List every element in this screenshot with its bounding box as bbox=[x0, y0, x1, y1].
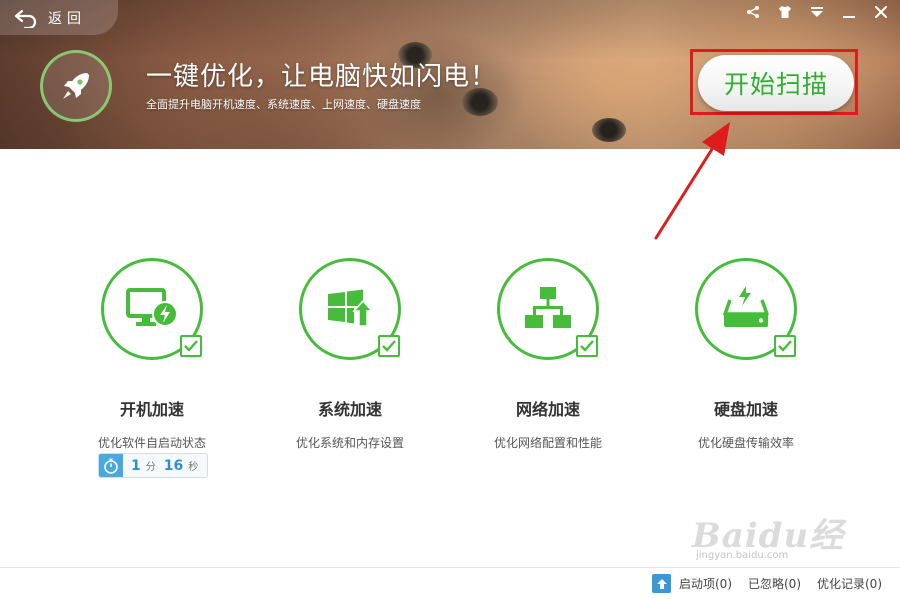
windows-upgrade-icon bbox=[328, 289, 374, 327]
startup-items-link[interactable]: 启动项(0) bbox=[652, 574, 732, 593]
startup-items-label: 启动项(0) bbox=[679, 577, 732, 591]
check-icon bbox=[580, 340, 594, 352]
feature-disk-speed[interactable]: 硬盘加速 优化硬盘传输效率 bbox=[646, 258, 846, 451]
feature-boot-speed[interactable]: 开机加速 优化软件自启动状态 bbox=[52, 258, 252, 451]
feature-description: 优化硬盘传输效率 bbox=[697, 436, 794, 450]
stopwatch-icon bbox=[99, 454, 123, 477]
feature-ring bbox=[299, 258, 401, 360]
menu-icon[interactable] bbox=[808, 4, 826, 20]
watermark-url: jingyan.baidu.com bbox=[696, 550, 789, 561]
window-controls bbox=[744, 4, 890, 20]
ignored-items-link[interactable]: 已忽略(0) bbox=[748, 575, 801, 592]
feature-ring bbox=[695, 258, 797, 360]
rocket-badge bbox=[40, 50, 112, 122]
disk-bolt-icon bbox=[723, 286, 769, 327]
feature-title: 系统加速 bbox=[317, 400, 382, 419]
checkbox-checked[interactable] bbox=[180, 335, 202, 357]
feature-ring bbox=[497, 258, 599, 360]
annotation-arrow bbox=[654, 122, 730, 240]
feature-system-speed[interactable]: 系统加速 优化系统和内存设置 bbox=[250, 258, 450, 451]
status-bar: 启动项(0) 已忽略(0) 优化记录(0) bbox=[0, 567, 900, 599]
monitor-bolt-icon bbox=[126, 288, 178, 327]
start-scan-button[interactable]: 开始扫描 bbox=[698, 55, 854, 111]
back-button-label: 返回 bbox=[48, 10, 86, 27]
page-subheadline: 全面提升电脑开机速度、系统速度、上网速度、硬盘速度 bbox=[146, 98, 421, 111]
boot-time-seconds: 16 bbox=[163, 457, 184, 474]
feature-description: 优化软件自启动状态 bbox=[97, 436, 206, 450]
checkbox-checked[interactable] bbox=[774, 335, 796, 357]
feature-ring bbox=[101, 258, 203, 360]
check-icon bbox=[382, 340, 396, 352]
check-icon bbox=[184, 340, 198, 352]
back-arrow-icon bbox=[14, 9, 37, 28]
share-icon[interactable] bbox=[744, 4, 762, 20]
boot-time-seconds-unit: 秒 bbox=[188, 462, 199, 473]
check-icon bbox=[778, 340, 792, 352]
checkbox-checked[interactable] bbox=[378, 335, 400, 357]
skin-icon[interactable] bbox=[776, 4, 794, 20]
network-icon bbox=[525, 287, 571, 328]
feature-network-speed[interactable]: 网络加速 优化网络配置和性能 bbox=[448, 258, 648, 451]
feature-description: 优化系统和内存设置 bbox=[295, 436, 404, 450]
optimization-history-link[interactable]: 优化记录(0) bbox=[817, 575, 882, 592]
boot-time-minutes: 1 bbox=[131, 457, 141, 474]
rocket-icon bbox=[63, 73, 89, 99]
minimize-icon[interactable] bbox=[840, 4, 858, 20]
feature-title: 开机加速 bbox=[119, 400, 184, 419]
page-headline: 一键优化，让电脑快如闪电！ bbox=[146, 62, 498, 92]
feature-description: 优化网络配置和性能 bbox=[493, 436, 602, 450]
checkbox-checked[interactable] bbox=[576, 335, 598, 357]
boot-time-minutes-unit: 分 bbox=[145, 462, 156, 473]
feature-title: 网络加速 bbox=[515, 400, 580, 419]
back-button[interactable]: 返回 bbox=[0, 0, 118, 35]
startup-icon bbox=[652, 574, 671, 593]
feature-title: 硬盘加速 bbox=[713, 400, 778, 419]
boot-time-badge: 1 分 16 秒 bbox=[98, 453, 208, 478]
close-icon[interactable] bbox=[872, 4, 890, 20]
baidu-jingyan-watermark: Baidu经验 jingyan.baidu.com bbox=[692, 500, 862, 599]
